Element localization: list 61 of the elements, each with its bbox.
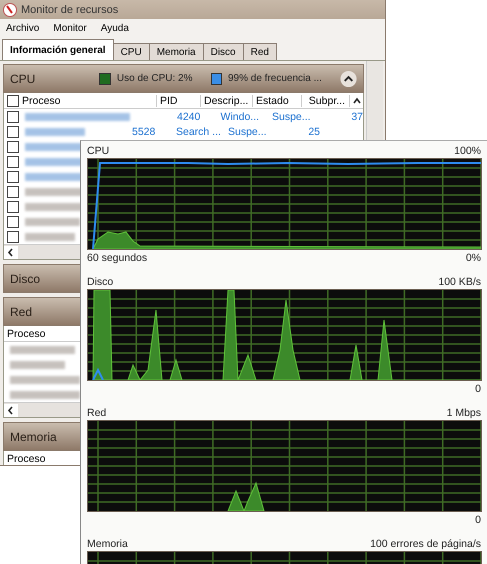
- table-cell-text: Search ...: [175, 126, 222, 138]
- gauge-icon: [3, 2, 17, 16]
- blurred-text: [10, 376, 80, 384]
- table-cell-text: 4240: [176, 110, 202, 122]
- scale-max-label: 100 errores de página/s: [370, 538, 481, 550]
- section-title: CPU: [10, 72, 36, 86]
- blurred-text: [25, 218, 80, 226]
- tab[interactable]: Red: [242, 43, 277, 60]
- scale-min-label: 0: [475, 383, 481, 395]
- scale-max-label: 1 Mbps: [446, 407, 481, 419]
- table-cell-text: 37: [350, 110, 363, 122]
- checkbox[interactable]: [7, 230, 19, 242]
- table-cell-text: Suspe...: [271, 110, 312, 122]
- section-title: Red: [10, 304, 34, 318]
- legend-label: 99% de frecuencia ...: [228, 73, 322, 84]
- table-cell-text: Windo...: [220, 110, 260, 122]
- checkbox[interactable]: [7, 110, 19, 122]
- legend-label: Uso de CPU: 2%: [116, 73, 192, 84]
- blurred-text: [10, 346, 75, 354]
- graph-title: Red: [87, 407, 106, 419]
- table-cell-text: 25: [307, 126, 320, 138]
- chevron-icon[interactable]: [340, 70, 357, 88]
- tab[interactable]: CPU: [112, 43, 150, 60]
- menu-item[interactable]: Ayuda: [100, 23, 129, 34]
- scale-min-label: 0%: [466, 252, 481, 264]
- checkbox[interactable]: [7, 216, 19, 228]
- graph-title: Memoria: [87, 538, 128, 550]
- blurred-text: [25, 232, 75, 240]
- section-title: Memoria: [10, 430, 58, 444]
- scroll-left-icon[interactable]: [4, 246, 18, 258]
- graph-title: Disco: [87, 276, 114, 288]
- column-header[interactable]: Subpr...: [302, 94, 350, 106]
- checkbox[interactable]: [7, 200, 19, 212]
- time-span-label: 60 segundos: [87, 252, 148, 264]
- blurred-text: [10, 360, 65, 368]
- scroll-left-icon[interactable]: [4, 404, 18, 416]
- column-header[interactable]: Estado: [253, 94, 302, 106]
- column-header[interactable]: Descrip...: [201, 94, 253, 106]
- blurred-text: [25, 128, 85, 136]
- checkbox[interactable]: [7, 94, 19, 106]
- checkbox[interactable]: [7, 140, 19, 152]
- checkbox[interactable]: [7, 126, 19, 138]
- scale-min-label: 0: [475, 514, 481, 526]
- blurred-text: [10, 390, 80, 398]
- tab[interactable]: Memoria: [148, 43, 204, 60]
- table-cell-text: Suspe...: [227, 126, 268, 138]
- scale-max-label: 100%: [454, 145, 481, 157]
- checkbox[interactable]: [7, 156, 19, 168]
- section-header[interactable]: CPU Uso de CPU: 2% 99% de frecuencia ...: [3, 64, 364, 93]
- checkbox[interactable]: [7, 170, 19, 182]
- scale-max-label: 100 KB/s: [438, 276, 481, 288]
- menu-item[interactable]: Monitor: [53, 23, 87, 34]
- column-header[interactable]: PID: [157, 94, 201, 106]
- table-cell-text: 5528: [131, 126, 156, 138]
- graph-title: CPU: [87, 145, 110, 157]
- tab[interactable]: Disco: [202, 43, 244, 60]
- column-header[interactable]: Proceso: [19, 94, 157, 106]
- checkbox[interactable]: [7, 186, 19, 198]
- tab[interactable]: Información general: [2, 39, 114, 60]
- menu-item[interactable]: Archivo: [6, 23, 40, 34]
- window-title: Monitor de recursos: [21, 4, 118, 16]
